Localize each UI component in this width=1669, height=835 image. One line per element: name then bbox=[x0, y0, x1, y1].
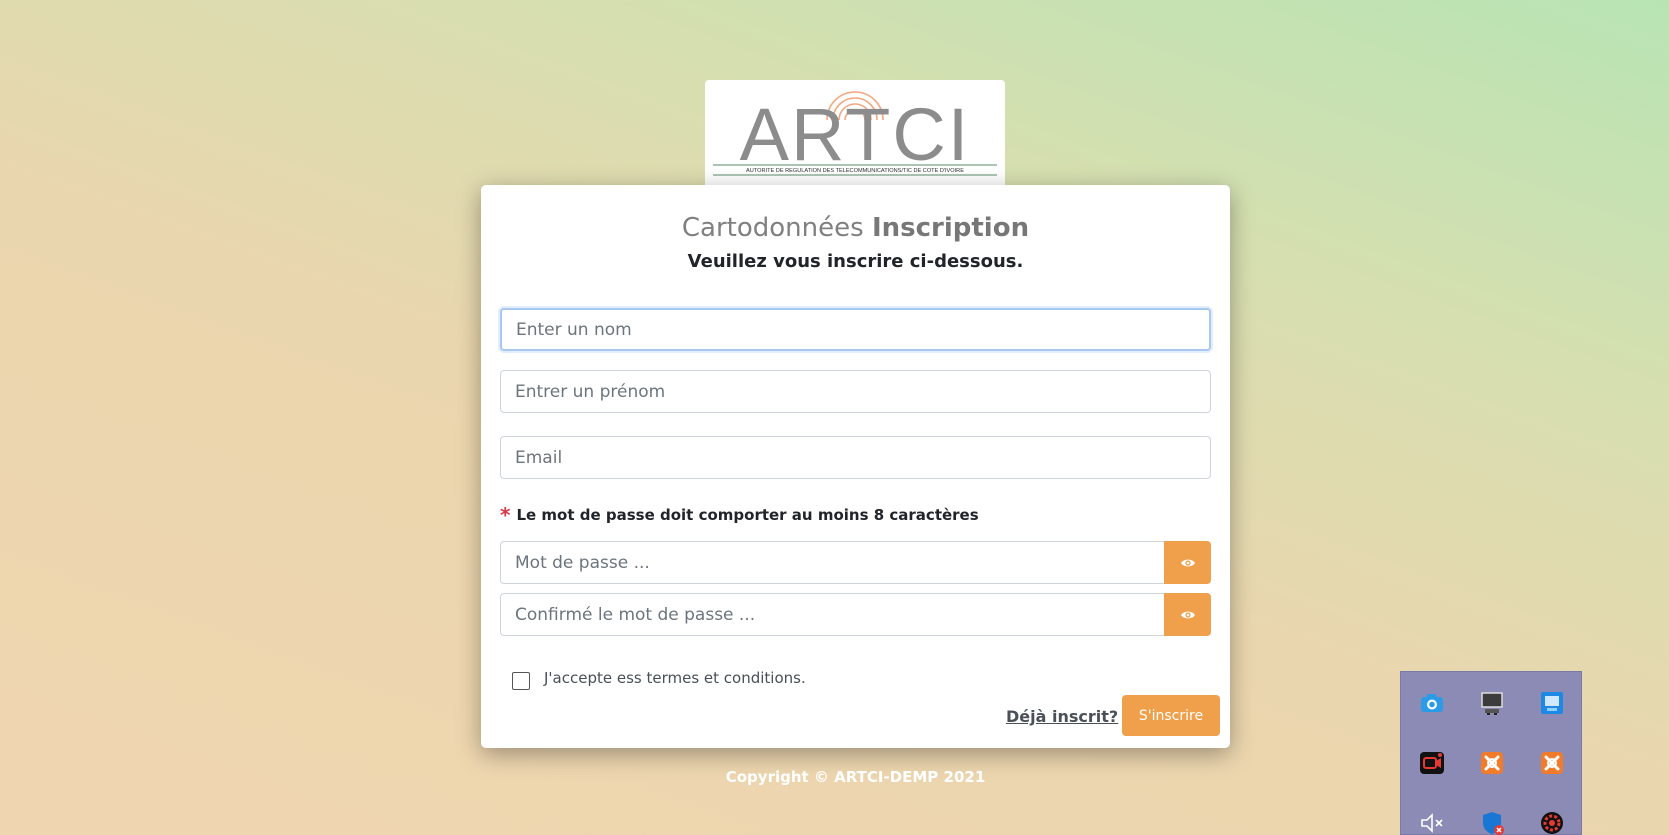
terms-label[interactable]: J'accepte ess termes et conditions. bbox=[544, 669, 806, 687]
artci-logo: ARTCI AUTORITE DE REGULATION DES TELECOM… bbox=[705, 80, 1005, 185]
password-rule: * Le mot de passe doit comporter au moins… bbox=[500, 503, 979, 527]
form-title-light: Cartodonnées bbox=[681, 213, 864, 243]
camera-search-icon[interactable] bbox=[1418, 689, 1446, 717]
form-title-bold: Inscription bbox=[871, 213, 1030, 243]
password-rule-text: Le mot de passe doit comporter au moins … bbox=[516, 506, 979, 524]
registration-card: Cartodonnées Inscription Veuillez vous i… bbox=[481, 185, 1230, 748]
logo-tagline: AUTORITE DE REGULATION DES TELECOMMUNICA… bbox=[746, 168, 964, 174]
xampp-icon[interactable] bbox=[1538, 749, 1566, 777]
required-marker: * bbox=[500, 503, 511, 527]
form-subtitle: Veuillez vous inscrire ci-dessous. bbox=[687, 251, 1024, 272]
register-button[interactable]: S'inscrire bbox=[1122, 695, 1220, 736]
volume-muted-icon[interactable] bbox=[1418, 809, 1446, 835]
screen-recorder-icon[interactable] bbox=[1418, 749, 1446, 777]
email-input[interactable] bbox=[500, 436, 1211, 479]
terms-checkbox[interactable] bbox=[512, 672, 530, 690]
system-tray-panel bbox=[1400, 671, 1582, 835]
toggle-password-button[interactable] bbox=[1164, 541, 1211, 584]
eye-icon bbox=[1180, 611, 1195, 618]
logo-wordmark: ARTCI bbox=[740, 93, 971, 176]
defender-icon[interactable] bbox=[1478, 809, 1506, 835]
xampp-icon[interactable] bbox=[1478, 749, 1506, 777]
copyright: Copyright © ARTCI-DEMP 2021 bbox=[725, 768, 986, 786]
prenom-input[interactable] bbox=[500, 370, 1211, 413]
network-adapter-icon[interactable] bbox=[1538, 689, 1566, 717]
password-input[interactable] bbox=[500, 541, 1165, 584]
toggle-confirm-password-button[interactable] bbox=[1164, 593, 1211, 636]
eye-icon bbox=[1180, 559, 1195, 566]
app-settings-icon[interactable] bbox=[1538, 809, 1566, 835]
already-registered-link[interactable]: Déjà inscrit? bbox=[1006, 707, 1118, 726]
nom-input[interactable] bbox=[500, 308, 1211, 351]
confirm-password-input[interactable] bbox=[500, 593, 1165, 636]
terms-row: J'accepte ess termes et conditions. bbox=[512, 666, 806, 690]
form-title: Cartodonnées Inscription bbox=[481, 213, 1230, 243]
display-icon[interactable] bbox=[1478, 689, 1506, 717]
